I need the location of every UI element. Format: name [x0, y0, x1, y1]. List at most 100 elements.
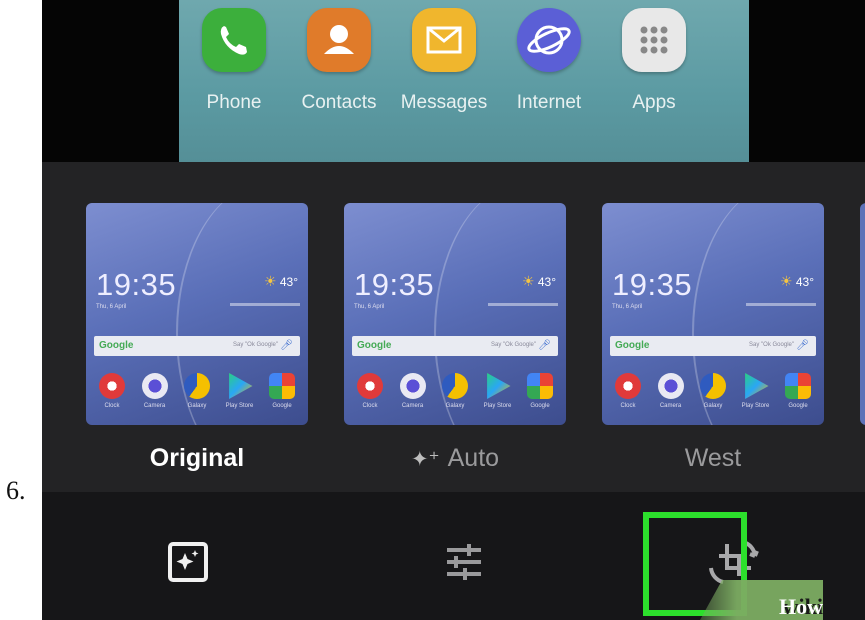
mini-app-label: Clock: [620, 403, 636, 409]
mini-app-label: Clock: [104, 403, 120, 409]
apps-grid-icon: [622, 8, 686, 72]
weather-widget: ☀ 43°: [264, 273, 298, 290]
temperature: 43°: [537, 275, 556, 289]
search-hint: Say "Ok Google": [749, 342, 794, 348]
clock-icon: [615, 373, 641, 399]
mini-app-label: Galaxy: [187, 403, 207, 409]
sparkle-icon: ✦⁺: [410, 448, 440, 471]
clock-icon: [357, 373, 383, 399]
clock-date: Thu, 6 April: [96, 304, 127, 310]
dock-app-contacts: Contacts: [289, 8, 389, 114]
sun-icon: ☀: [779, 273, 793, 289]
mini-app-label: Galaxy: [703, 403, 723, 409]
sun-icon: ☀: [263, 273, 277, 289]
weather-widget: ☀ 43°: [522, 273, 556, 290]
mini-app-label: Camera: [143, 403, 166, 409]
mic-icon: 🎤︎: [796, 340, 809, 351]
google-search-bar: Google Say "Ok Google" 🎤︎: [352, 336, 558, 356]
mini-app-label: Play Store: [741, 403, 770, 409]
google-folder-icon: [527, 373, 553, 399]
galaxy-icon: [700, 373, 726, 399]
google-search-bar: Google Say "Ok Google" 🎤︎: [94, 336, 300, 356]
auto-adjust-button[interactable]: [158, 532, 218, 592]
mini-app-google: Google: [262, 373, 302, 409]
mini-app-label: Galaxy: [445, 403, 465, 409]
temperature: 43°: [795, 275, 814, 289]
temperature: 43°: [279, 275, 298, 289]
clock-date: Thu, 6 April: [612, 304, 643, 310]
play-store-icon: [745, 373, 769, 399]
dock-label-apps: Apps: [632, 92, 676, 113]
dock-label-contacts: Contacts: [301, 92, 377, 113]
thumbnail-app-row: Clock Camera Galaxy Play Store Google: [350, 373, 560, 409]
dock-app-apps: Apps: [604, 8, 704, 114]
mini-app-label: Camera: [659, 403, 682, 409]
google-logo: Google: [99, 340, 134, 351]
mini-app-camera: Camera: [393, 373, 433, 409]
clock-time: 19:35: [354, 267, 435, 302]
mic-icon: 🎤︎: [280, 340, 293, 351]
dock-label-internet: Internet: [516, 92, 582, 113]
mini-app-galaxy: Galaxy: [435, 373, 475, 409]
filter-label-original[interactable]: Original: [86, 444, 308, 473]
mini-app-camera: Camera: [651, 373, 691, 409]
filter-label-auto[interactable]: ✦⁺ Auto: [344, 444, 566, 473]
dock-app-messages: Messages: [394, 8, 494, 114]
mini-app-galaxy: Galaxy: [177, 373, 217, 409]
mini-app-label: Google: [272, 403, 292, 409]
contacts-icon: [307, 8, 371, 72]
mini-app-play-store: Play Store: [220, 373, 260, 409]
filter-thumbnail-partial[interactable]: [860, 203, 865, 425]
mini-app-google: Google: [520, 373, 560, 409]
dock-app-phone: Phone: [184, 8, 284, 114]
thumbnail-app-row: Clock Camera Galaxy Play Store Google: [608, 373, 818, 409]
galaxy-icon: [184, 373, 210, 399]
mini-app-galaxy: Galaxy: [693, 373, 733, 409]
adjust-sliders-icon: [447, 544, 481, 580]
mini-app-label: Google: [788, 403, 808, 409]
dock-label-messages: Messages: [400, 92, 488, 113]
messages-icon: [412, 8, 476, 72]
mini-app-label: Play Store: [225, 403, 254, 409]
google-search-bar: Google Say "Ok Google" 🎤︎: [610, 336, 816, 356]
mini-app-play-store: Play Store: [736, 373, 776, 409]
camera-icon: [141, 373, 168, 399]
mini-app-clock: Clock: [350, 373, 390, 409]
google-folder-icon: [269, 373, 295, 399]
filter-thumbnail-west[interactable]: 19:35 Thu, 6 April ☀ 43° Google Say "Ok …: [602, 203, 824, 425]
google-logo: Google: [615, 340, 650, 351]
home-screen-preview: Phone Contacts Messages Internet Apps: [179, 0, 749, 162]
clock-date: Thu, 6 April: [354, 304, 385, 310]
filter-thumbnail-auto[interactable]: 19:35 Thu, 6 April ☀ 43° Google Say "Ok …: [344, 203, 566, 425]
update-line: [230, 303, 300, 306]
wikihow-how: How: [779, 594, 823, 619]
mini-app-clock: Clock: [92, 373, 132, 409]
mini-app-play-store: Play Store: [478, 373, 518, 409]
mini-app-label: Clock: [362, 403, 378, 409]
thumbnail-app-row: Clock Camera Galaxy Play Store Google: [92, 373, 302, 409]
camera-icon: [657, 373, 684, 399]
clock-time: 19:35: [612, 267, 693, 302]
auto-adjust-icon: [168, 542, 208, 582]
mini-app-label: Play Store: [483, 403, 512, 409]
filters-panel: 19:35 Thu, 6 April ☀ 43° Google Say "Ok …: [42, 162, 865, 492]
phone-icon: [202, 8, 266, 72]
galaxy-icon: [442, 373, 468, 399]
update-line: [746, 303, 816, 306]
clock-icon: [99, 373, 125, 399]
filter-thumbnail-original[interactable]: 19:35 Thu, 6 April ☀ 43° Google Say "Ok …: [86, 203, 308, 425]
filter-label-west[interactable]: West: [602, 444, 824, 473]
adjust-button[interactable]: [434, 532, 494, 592]
update-line: [488, 303, 558, 306]
play-store-icon: [229, 373, 253, 399]
mini-app-google: Google: [778, 373, 818, 409]
dock-app-internet: Internet: [499, 8, 599, 114]
filter-label-auto-text: Auto: [447, 444, 500, 472]
clock-time: 19:35: [96, 267, 177, 302]
play-store-icon: [487, 373, 511, 399]
search-hint: Say "Ok Google": [491, 342, 536, 348]
dock-label-phone: Phone: [206, 92, 262, 113]
google-logo: Google: [357, 340, 392, 351]
mini-app-clock: Clock: [608, 373, 648, 409]
mic-icon: 🎤︎: [538, 340, 551, 351]
